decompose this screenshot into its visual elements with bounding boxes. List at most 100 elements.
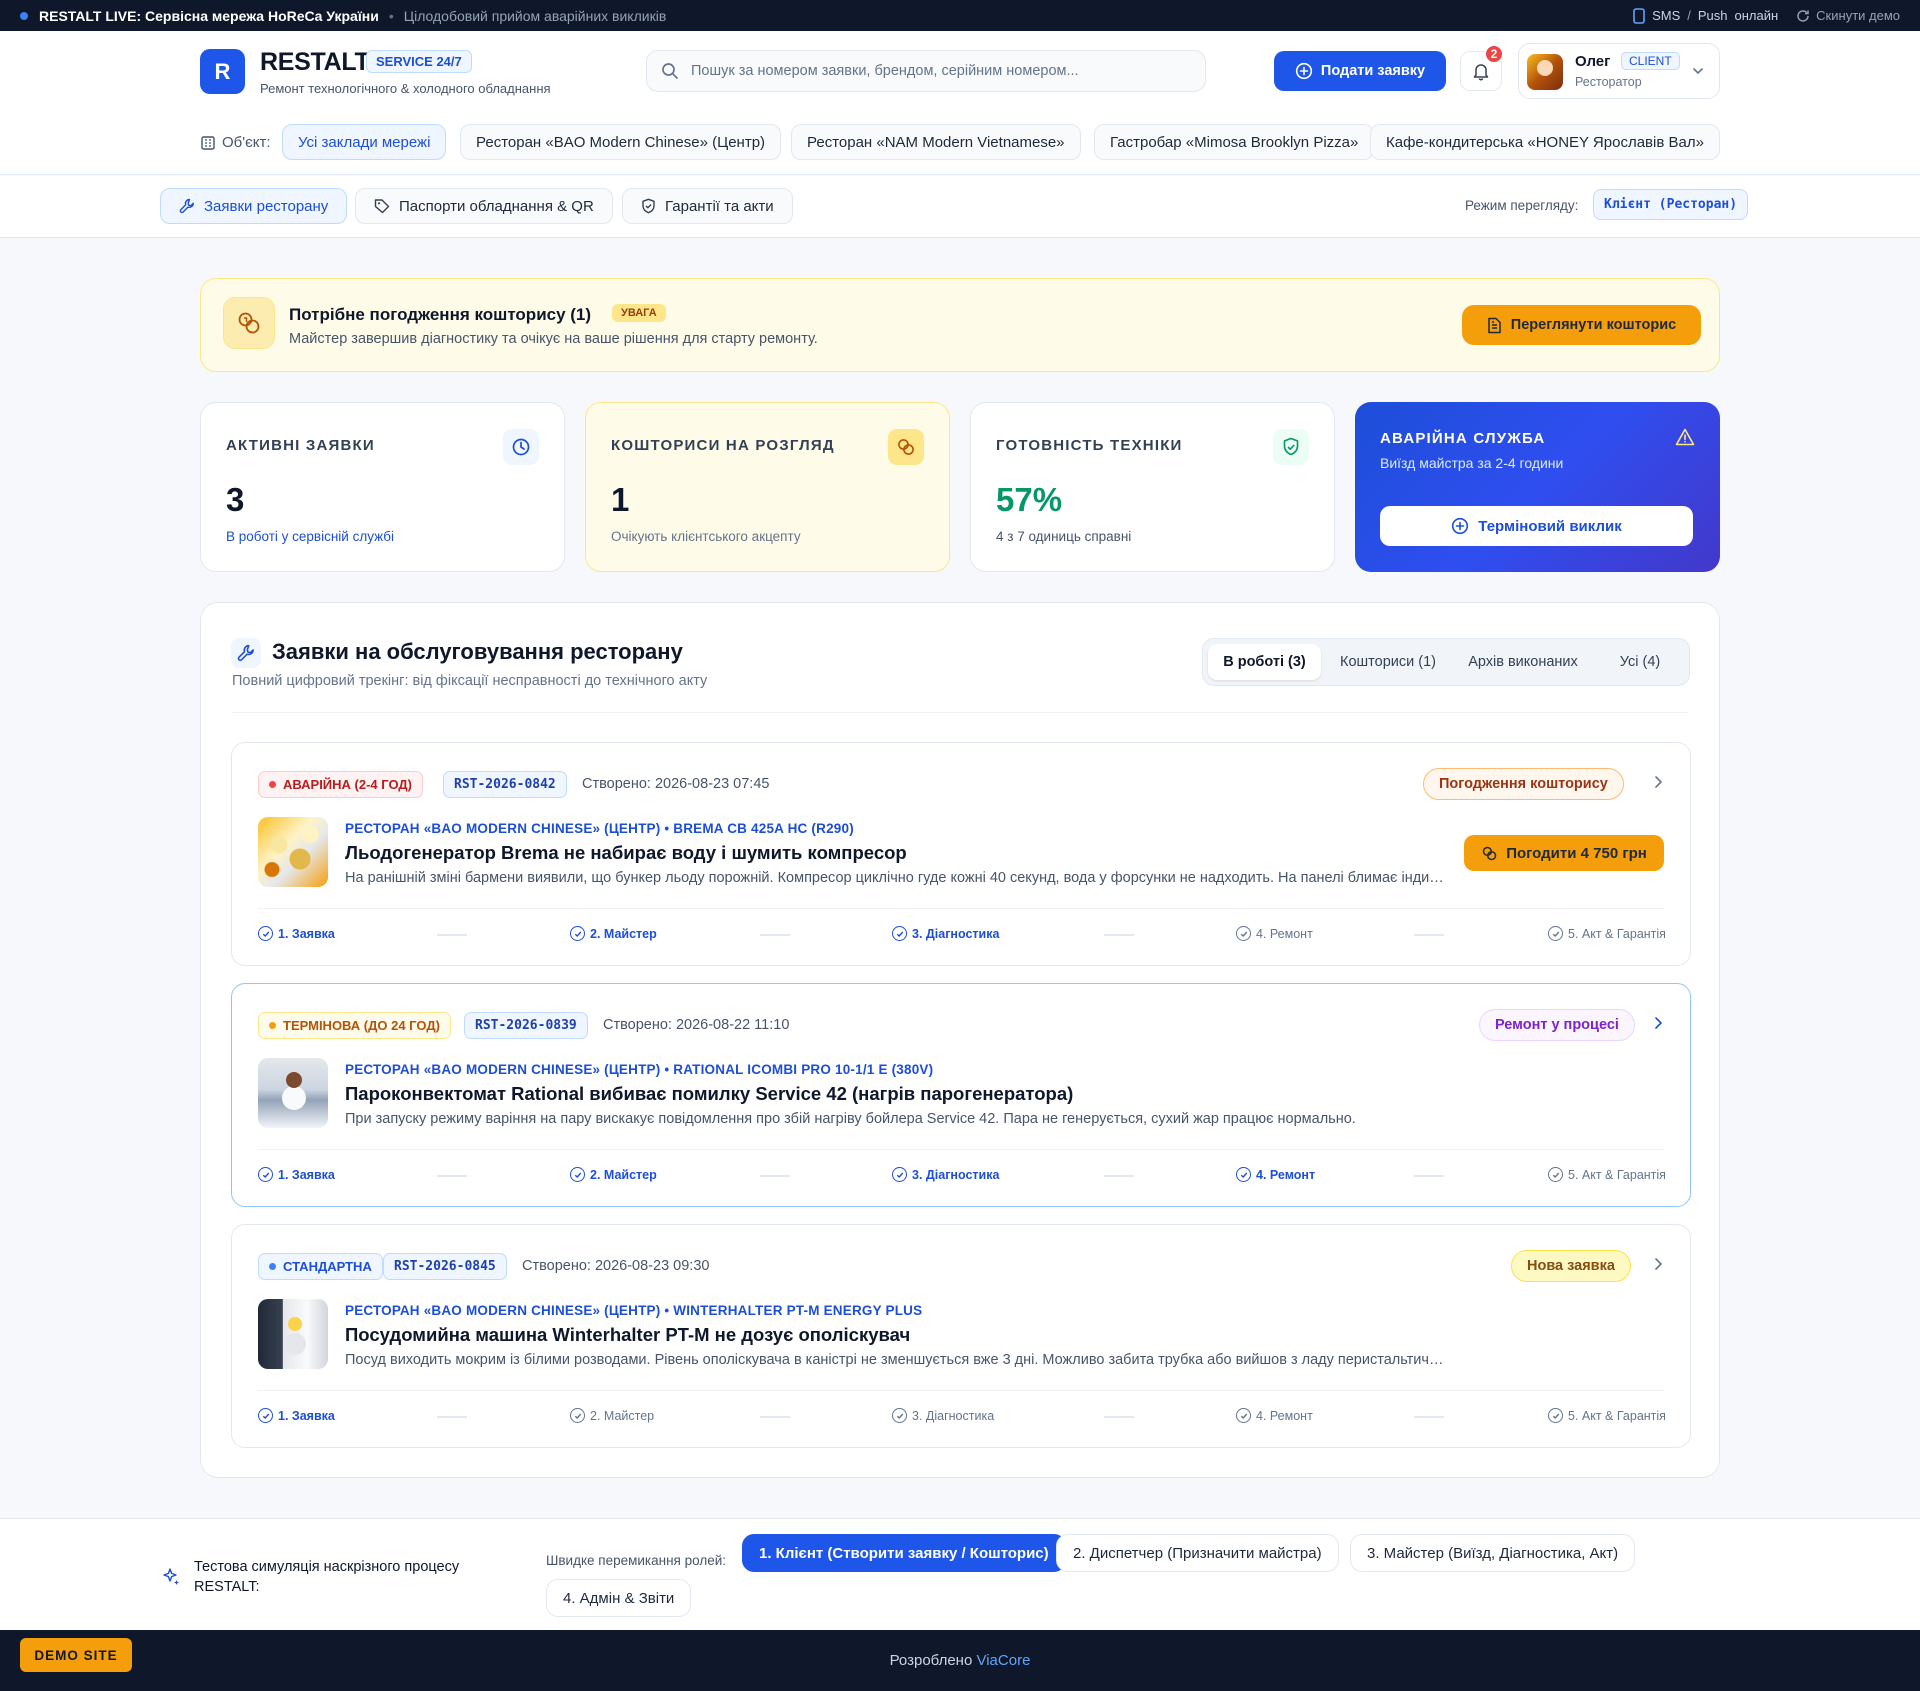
ticket-id: RST-2026-0845: [383, 1253, 507, 1280]
chevron-right-icon[interactable]: [1652, 1257, 1664, 1271]
object-chip-nam[interactable]: Ресторан «NAM Modern Vietnamese»: [791, 124, 1081, 160]
view-mode-badge[interactable]: Клієнт (Ресторан): [1593, 189, 1749, 220]
submit-request-button[interactable]: Подати заявку: [1274, 51, 1446, 91]
object-chip-bao[interactable]: Ресторан «BAO Modern Chinese» (Центр): [460, 124, 782, 160]
ticket-card[interactable]: АВАРІЙНА (2-4 ГОД) RST-2026-0842 Створен…: [231, 742, 1691, 966]
role-client-button[interactable]: 1. Клієнт (Створити заявку / Кошторис): [742, 1534, 1066, 1572]
chevron-down-icon: [1693, 68, 1703, 75]
ticket-divider: [258, 1390, 1664, 1391]
ticket-card[interactable]: ТЕРМІНОВА (ДО 24 ГОД) RST-2026-0839 Ство…: [231, 983, 1691, 1207]
step-connector: [1104, 1416, 1134, 1418]
tab-label: Паспорти обладнання & QR: [399, 197, 594, 215]
reset-demo-link[interactable]: Скинути демо: [1796, 8, 1900, 23]
wrench-icon: [179, 198, 195, 214]
filter-estimates[interactable]: Кошториси (1): [1329, 644, 1447, 680]
brand-subtitle: Ремонт технологічного & холодного обладн…: [260, 81, 551, 96]
stat-note: 4 з 7 одиниць справні: [996, 529, 1132, 544]
step-connector: [1104, 1175, 1134, 1177]
live-dot: [20, 11, 28, 20]
check-circle-icon: [1236, 1408, 1251, 1423]
step-connector: [437, 934, 467, 936]
ticket-description: Посуд виходить мокрим із білими розводам…: [345, 1352, 1445, 1368]
live-subtitle: Цілодобовий прийом аварійних викликів: [403, 7, 667, 24]
role-master-button[interactable]: 3. Майстер (Виїзд, Діагностика, Акт): [1350, 1534, 1636, 1572]
notify-channels: SMS / Push онлайн: [1633, 7, 1778, 24]
status-badge: Нова заявка: [1511, 1250, 1631, 1282]
search-icon: [662, 63, 678, 79]
stat-label: АКТИВНІ ЗАЯВКИ: [226, 437, 375, 454]
panel-title: Заявки на обслуговування ресторану: [272, 639, 683, 664]
priority-badge: СТАНДАРТНА: [258, 1253, 383, 1280]
progress-step: 5. Акт & Гарантія: [1548, 1408, 1666, 1423]
progress-step-label: 2. Майстер: [590, 926, 657, 941]
notifications-count: 2: [1484, 44, 1504, 64]
notifications-button[interactable]: 2: [1460, 44, 1504, 91]
stat-value: 1: [611, 481, 630, 518]
stat-emergency-service: АВАРІЙНА СЛУЖБА Виїзд майстра за 2-4 год…: [1355, 402, 1720, 572]
ticket-card[interactable]: СТАНДАРТНА RST-2026-0845 Створено: 2026-…: [231, 1224, 1691, 1448]
status-badge: Ремонт у процесі: [1479, 1009, 1635, 1041]
progress-step: 3. Діагностика: [892, 1408, 994, 1423]
priority-label: АВАРІЙНА (2-4 ГОД): [283, 777, 412, 792]
stat-equipment-readiness: ГОТОВНІСТЬ ТЕХНІКИ 57% 4 з 7 одиниць спр…: [970, 402, 1335, 572]
check-circle-icon: [1548, 1167, 1563, 1182]
urgent-call-button[interactable]: Терміновий виклик: [1380, 506, 1693, 546]
check-circle-icon: [570, 1167, 585, 1182]
progress-step-label: 5. Акт & Гарантія: [1568, 926, 1666, 941]
view-estimate-button[interactable]: Переглянути кошторис: [1462, 305, 1701, 345]
shield-check-icon: [1273, 429, 1309, 465]
check-circle-icon: [258, 1408, 273, 1423]
ticket-title: Льодогенератор Brema не набирає воду і ш…: [345, 842, 907, 863]
progress-step: 2. Майстер: [570, 926, 657, 941]
alert-description: Майстер завершив діагностику та очікує н…: [289, 331, 818, 347]
check-circle-icon: [1236, 926, 1251, 941]
ticket-id: RST-2026-0842: [443, 771, 567, 798]
tab-warranties[interactable]: Гарантії та акти: [622, 188, 793, 224]
clock-icon: [503, 429, 539, 465]
progress-step: 5. Акт & Гарантія: [1548, 926, 1666, 941]
user-role-badge: CLIENT: [1621, 52, 1680, 70]
step-connector: [437, 1175, 467, 1177]
reset-demo-label: Скинути демо: [1816, 8, 1900, 23]
sparkles-icon: [163, 1568, 179, 1585]
object-chip-honey[interactable]: Кафе-кондитерська «HONEY Ярославів Вал»: [1370, 124, 1720, 160]
view-mode-label: Режим перегляду:: [1465, 198, 1579, 213]
credit-link[interactable]: ViaCore: [976, 1652, 1030, 1669]
progress-step-label: 1. Заявка: [278, 926, 335, 941]
logo[interactable]: R: [200, 49, 245, 94]
tab-label: Гарантії та акти: [665, 197, 774, 215]
roles-label: Швидке перемикання ролей:: [546, 1553, 727, 1568]
tab-restaurant-requests[interactable]: Заявки ресторану: [160, 188, 348, 224]
priority-badge: АВАРІЙНА (2-4 ГОД): [258, 771, 423, 798]
search-input[interactable]: [691, 63, 1171, 79]
shield-icon: [642, 198, 655, 214]
chevron-right-icon[interactable]: [1652, 1016, 1664, 1030]
progress-step: 4. Ремонт: [1236, 1167, 1315, 1182]
priority-dot: [269, 1022, 276, 1029]
approve-estimate-button[interactable]: Погодити 4 750 грн: [1464, 835, 1664, 871]
role-dispatcher-button[interactable]: 2. Диспетчер (Призначити майстра): [1056, 1534, 1339, 1572]
stat-note: В роботі у сервісній службі: [226, 529, 395, 544]
step-connector: [760, 1175, 790, 1177]
object-chip-all[interactable]: Усі заклади мережі: [282, 124, 447, 160]
user-menu[interactable]: Олег CLIENT Ресторатор: [1518, 43, 1720, 99]
refresh-icon: [1797, 9, 1809, 22]
object-chip-mimosa[interactable]: Гастробар «Mimosa Brooklyn Pizza»: [1094, 124, 1375, 160]
step-connector: [437, 1416, 467, 1418]
equipment-photo: [258, 1058, 328, 1128]
ticket-description: При запуску режиму варіння на пару виска…: [345, 1111, 1356, 1127]
ticket-created: Створено: 2026-08-23 07:45: [582, 776, 770, 792]
filter-archive[interactable]: Архів виконаних: [1453, 644, 1593, 680]
step-connector: [1414, 934, 1444, 936]
check-circle-icon: [570, 1408, 585, 1423]
progress-step: 1. Заявка: [258, 1167, 335, 1182]
filter-all[interactable]: Усі (4): [1599, 644, 1681, 680]
filter-in-progress[interactable]: В роботі (3): [1208, 644, 1321, 680]
phone-icon: [1633, 7, 1645, 24]
brand-name: RESTALT: [260, 48, 370, 76]
progress-step: 2. Майстер: [570, 1167, 657, 1182]
chevron-right-icon[interactable]: [1652, 775, 1664, 789]
role-admin-button[interactable]: 4. Адмін & Звіти: [546, 1579, 692, 1617]
ticket-divider: [258, 1149, 1664, 1150]
tab-equipment-passports[interactable]: Паспорти обладнання & QR: [355, 188, 613, 224]
